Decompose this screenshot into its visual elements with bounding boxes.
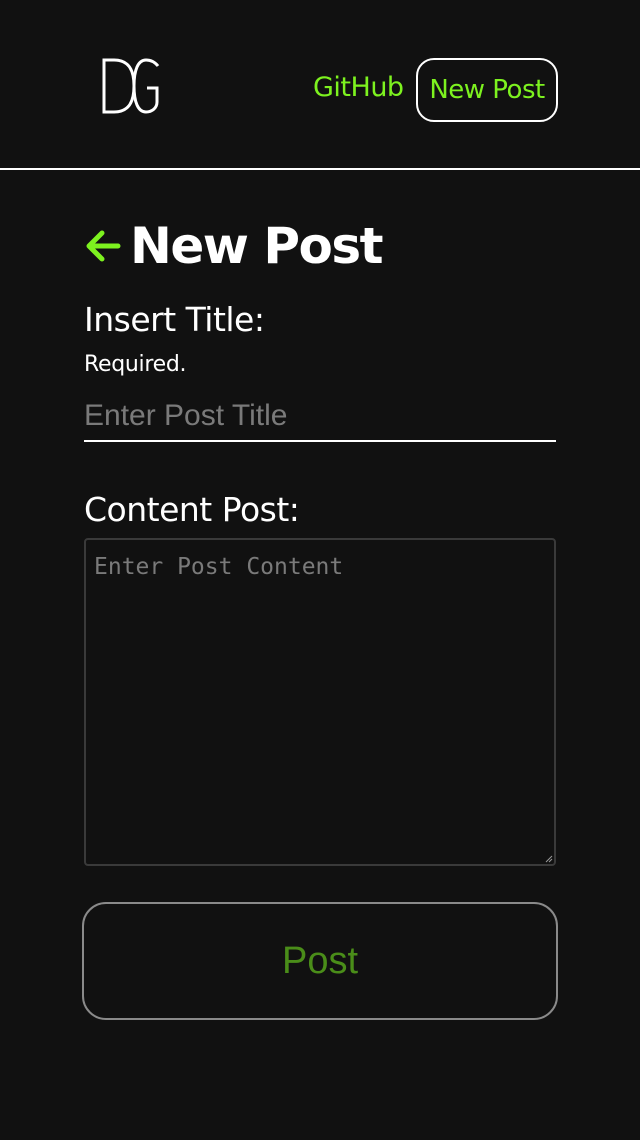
post-title-input[interactable]	[84, 392, 556, 442]
post-content-textarea[interactable]	[84, 538, 556, 866]
page-title-row: New Post	[84, 214, 384, 278]
page-title: New Post	[130, 217, 384, 275]
nav-new-post-button[interactable]: New Post	[416, 58, 558, 122]
resize-grip-icon[interactable]	[545, 855, 553, 863]
site-header: GitHub New Post	[0, 0, 640, 170]
title-required-note: Required.	[84, 352, 187, 377]
submit-post-button[interactable]: Post	[82, 902, 558, 1020]
content-field-label: Content Post:	[84, 490, 300, 529]
dg-logo-icon[interactable]	[100, 58, 162, 114]
arrow-left-icon[interactable]	[84, 227, 122, 265]
nav-github-link[interactable]: GitHub	[313, 72, 404, 103]
title-field-label: Insert Title:	[84, 300, 265, 339]
